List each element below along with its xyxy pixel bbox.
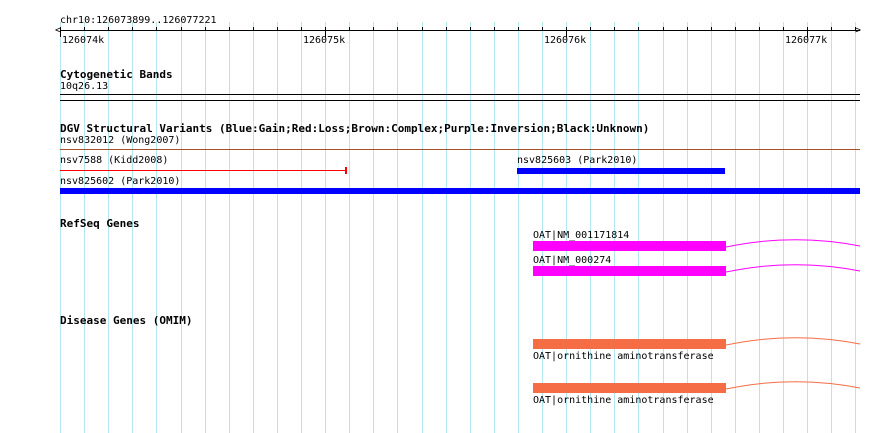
- grid-line: [735, 22, 736, 433]
- gene-intron: [726, 337, 860, 346]
- grid-line: [373, 22, 374, 433]
- ruler-minor-tick: [349, 27, 350, 31]
- track-title-cytogenetic-bands: Cytogenetic Bands: [60, 68, 173, 81]
- gene-exon[interactable]: [533, 266, 726, 276]
- ruler-minor-tick: [590, 27, 591, 31]
- grid-line: [470, 22, 471, 433]
- grid-line: [663, 22, 664, 433]
- grid-line: [759, 22, 760, 433]
- ruler-minor-tick: [470, 27, 471, 31]
- ruler-minor-tick: [783, 27, 784, 31]
- grid-line: [325, 22, 326, 433]
- variant-bar-gain[interactable]: [60, 188, 860, 194]
- ruler-axis: [60, 30, 860, 31]
- grid-line: [807, 22, 808, 433]
- variant-label: nsv7588 (Kidd2008): [60, 155, 169, 166]
- grid-line: [831, 22, 832, 433]
- gene-intron: [726, 381, 860, 390]
- ruler-minor-tick: [687, 27, 688, 31]
- variant-bar-end-cap: [345, 167, 347, 174]
- grid-line: [277, 22, 278, 433]
- ruler-minor-tick: [205, 27, 206, 31]
- ruler-minor-tick: [518, 27, 519, 31]
- ruler-minor-tick: [229, 27, 230, 31]
- ruler-minor-tick: [108, 27, 109, 31]
- ruler-minor-tick: [156, 27, 157, 31]
- region-label: chr10:126073899..126077221: [60, 15, 217, 26]
- ruler-minor-tick: [759, 27, 760, 31]
- grid-line: [422, 22, 423, 433]
- track-title-disease-genes: Disease Genes (OMIM): [60, 314, 193, 327]
- grid-line: [590, 22, 591, 433]
- variant-label: nsv825603 (Park2010): [517, 155, 638, 166]
- genome-browser: chr10:126073899..126077221 < > 126074k 1…: [0, 0, 890, 433]
- ruler-minor-tick: [397, 27, 398, 31]
- variant-label: nsv825602 (Park2010): [60, 176, 181, 187]
- ruler-minor-tick: [301, 27, 302, 31]
- grid-line: [518, 22, 519, 433]
- grid-line: [156, 22, 157, 433]
- ruler-tick-label: 126075k: [303, 35, 346, 46]
- ruler-minor-tick: [831, 27, 832, 31]
- ruler-minor-tick: [277, 27, 278, 31]
- ruler-minor-tick: [181, 27, 182, 31]
- variant-bar-complex[interactable]: [60, 149, 860, 150]
- gene-exon[interactable]: [533, 383, 726, 393]
- ruler-minor-tick: [132, 27, 133, 31]
- track-title-refseq-genes: RefSeq Genes: [60, 217, 140, 230]
- ruler-tick-label: 126077k: [785, 35, 828, 46]
- ruler-minor-tick: [638, 27, 639, 31]
- ruler-minor-tick: [422, 27, 423, 31]
- ruler-minor-tick: [373, 27, 374, 31]
- grid-line: [783, 22, 784, 433]
- ruler-minor-tick: [663, 27, 664, 31]
- gene-exon[interactable]: [533, 339, 726, 349]
- grid-line: [614, 22, 615, 433]
- grid-line: [711, 22, 712, 433]
- track-title-dgv: DGV Structural Variants (Blue:Gain;Red:L…: [60, 122, 650, 135]
- cytoband-label: 10q26.13: [60, 81, 109, 92]
- grid-line: [542, 22, 543, 433]
- grid-line: [181, 22, 182, 433]
- ruler-minor-tick: [855, 27, 856, 31]
- grid-line: [301, 22, 302, 433]
- ruler-minor-tick: [735, 27, 736, 31]
- ruler-tick-label: 126074k: [62, 35, 105, 46]
- grid-line: [566, 22, 567, 433]
- variant-bar-loss[interactable]: [60, 170, 346, 171]
- gene-intron: [726, 239, 860, 248]
- grid-line: [638, 22, 639, 433]
- grid-line: [349, 22, 350, 433]
- gene-label: OAT|ornithine aminotransferase: [533, 395, 714, 406]
- ruler-minor-tick: [542, 27, 543, 31]
- grid-line: [253, 22, 254, 433]
- grid-line: [229, 22, 230, 433]
- grid-line: [687, 22, 688, 433]
- ruler-minor-tick: [84, 27, 85, 31]
- grid-line: [397, 22, 398, 433]
- variant-label: nsv832012 (Wong2007): [60, 135, 181, 146]
- ruler-tick: [60, 30, 61, 37]
- ruler-minor-tick: [446, 27, 447, 31]
- ruler-minor-tick: [253, 27, 254, 31]
- grid-line: [494, 22, 495, 433]
- grid-line: [855, 22, 856, 433]
- ruler-minor-tick: [614, 27, 615, 31]
- grid-line: [446, 22, 447, 433]
- variant-bar-gain[interactable]: [517, 168, 725, 174]
- ruler-minor-tick: [494, 27, 495, 31]
- grid-line: [205, 22, 206, 433]
- gene-exon[interactable]: [533, 241, 726, 251]
- cytoband-ideogram-top: [60, 94, 860, 95]
- gene-label: OAT|ornithine aminotransferase: [533, 351, 714, 362]
- gene-intron: [726, 264, 860, 273]
- cytoband-ideogram-bottom: [60, 100, 860, 101]
- ruler-minor-tick: [711, 27, 712, 31]
- ruler-tick-label: 126076k: [544, 35, 587, 46]
